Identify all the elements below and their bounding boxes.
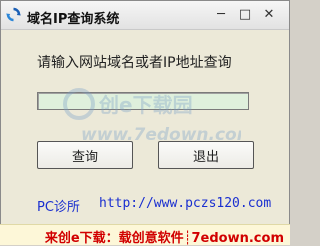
bottom-banner: 来创e下载：载创意软件┊7edown.com	[0, 224, 290, 246]
window-title: 域名IP查询系统	[27, 12, 120, 27]
query-prompt-label: 请输入网站域名或者IP地址查询	[37, 55, 232, 71]
domain-ip-input[interactable]	[37, 92, 249, 110]
query-button[interactable]: 查询	[37, 141, 133, 169]
footer-label: PC诊所	[37, 200, 80, 215]
exit-button[interactable]: 退出	[158, 141, 254, 169]
app-window: 域名IP查询系统 ─ □ ✕ 请输入网站域名或者IP地址查询 创e下载园 www…	[0, 0, 290, 244]
title-bar[interactable]: 域名IP查询系统 ─ □ ✕	[1, 1, 289, 30]
refresh-arrows-icon	[6, 7, 21, 22]
maximize-button[interactable]: □	[235, 5, 255, 23]
footer-url-link[interactable]: http://www.pczs120.com	[99, 196, 271, 211]
banner-text: 来创e下载：载创意软件┊7edown.com	[44, 231, 284, 246]
minimize-button[interactable]: ─	[211, 5, 231, 23]
client-area: 请输入网站域名或者IP地址查询 创e下载园 www.7edown.com 查询 …	[1, 30, 289, 224]
close-button[interactable]: ✕	[259, 5, 279, 23]
